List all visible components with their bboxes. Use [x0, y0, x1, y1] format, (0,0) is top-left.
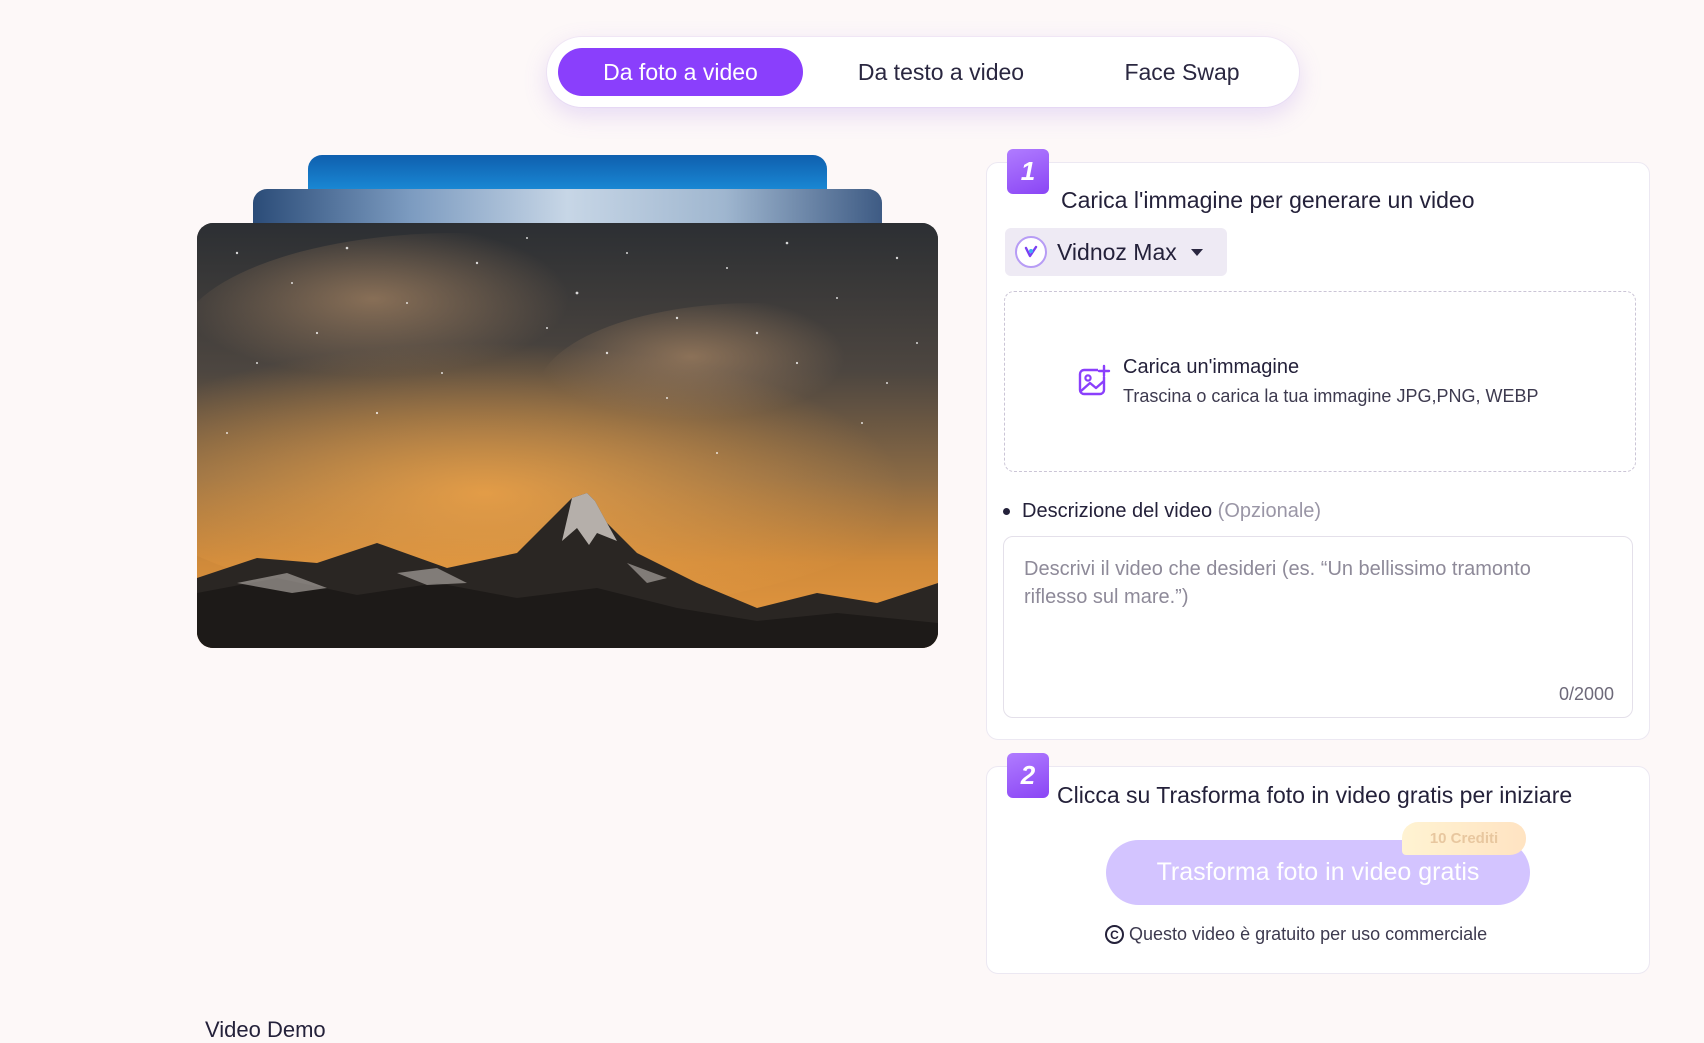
step-1-title: Carica l'immagine per generare un video	[1061, 187, 1475, 213]
caret-down-icon	[1190, 248, 1203, 256]
commercial-use-note: C Questo video è gratuito per uso commer…	[1105, 924, 1487, 945]
tab-face-swap[interactable]: Face Swap	[1067, 48, 1297, 96]
vidnoz-logo-icon	[1015, 236, 1047, 268]
model-dropdown[interactable]: Vidnoz Max	[1005, 228, 1227, 276]
tab-photo-to-video[interactable]: Da foto a video	[558, 48, 803, 96]
upload-subtitle: Trascina o carica la tua immagine JPG,PN…	[1123, 386, 1539, 406]
copyright-icon: C	[1105, 925, 1124, 944]
description-optional: (Opzionale)	[1217, 500, 1322, 522]
description-input[interactable]	[1024, 555, 1584, 675]
mode-tabs: Da foto a video Da testo a video Face Sw…	[547, 37, 1299, 107]
step-1-badge: 1	[1007, 149, 1049, 194]
video-demo-heading: Video Demo	[205, 1017, 326, 1042]
image-add-icon	[1077, 364, 1111, 403]
credits-badge: 10 Crediti	[1402, 822, 1526, 855]
model-name: Vidnoz Max	[1057, 238, 1177, 265]
sample-image-mountain	[197, 223, 938, 648]
character-counter: 0/2000	[1558, 684, 1614, 704]
description-label: Descrizione del video (Opzionale)	[1022, 500, 1321, 523]
bullet-dot	[1003, 508, 1010, 515]
upload-title: Carica un'immagine	[1123, 356, 1300, 378]
step-2-badge: 2	[1007, 753, 1049, 798]
description-box: 0/2000	[1003, 536, 1633, 718]
tab-text-to-video[interactable]: Da testo a video	[817, 48, 1065, 96]
step-2-title: Clicca su Trasforma foto in video gratis…	[1057, 782, 1573, 808]
commercial-use-text: Questo video è gratuito per uso commerci…	[1129, 924, 1488, 944]
description-label-text: Descrizione del video	[1022, 500, 1213, 522]
